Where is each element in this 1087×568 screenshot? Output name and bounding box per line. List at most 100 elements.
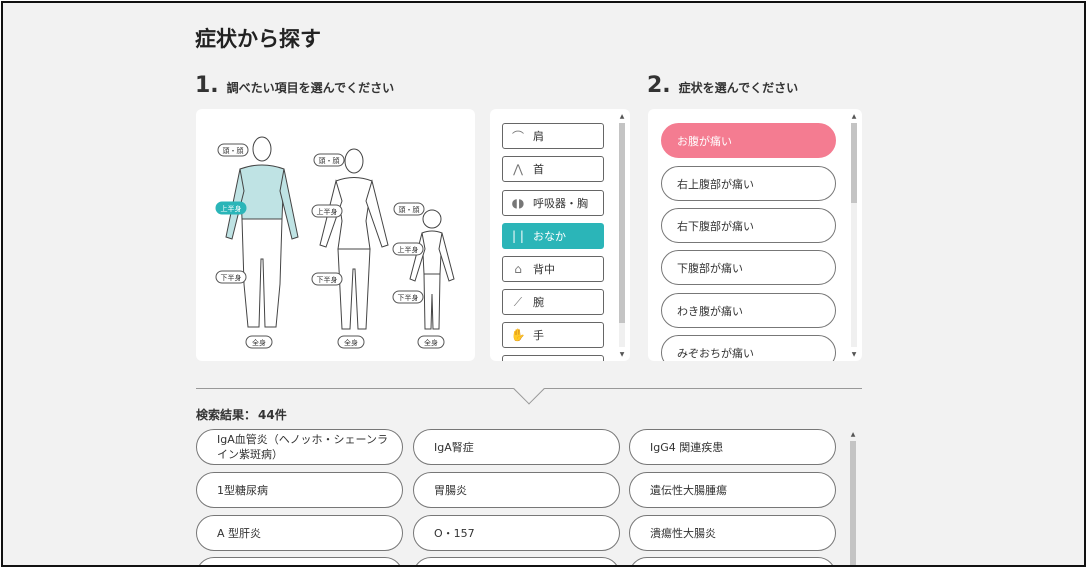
child-head-shape[interactable] bbox=[422, 209, 442, 229]
results-heading: 検索結果： 44件 bbox=[196, 406, 287, 423]
part-button-back[interactable]: ⌂ 背中 bbox=[502, 256, 604, 282]
male-head-label[interactable]: 頭・顔 bbox=[217, 143, 249, 157]
hand-icon: ✋ bbox=[510, 328, 526, 342]
svg-text:上半身: 上半身 bbox=[221, 204, 242, 213]
male-whole-label[interactable]: 全身 bbox=[245, 335, 273, 349]
scroll-up-arrow-icon[interactable]: ▲ bbox=[618, 113, 626, 121]
female-whole-label[interactable]: 全身 bbox=[337, 335, 365, 349]
result-item[interactable]: IgA腎症 bbox=[413, 429, 620, 465]
result-item[interactable]: 遺伝性大腸腫瘍 bbox=[629, 472, 836, 508]
svg-text:下半身: 下半身 bbox=[317, 275, 338, 284]
male-head-shape[interactable] bbox=[252, 136, 272, 162]
part-button-shoulder[interactable]: ⌒ 肩 bbox=[502, 123, 604, 149]
female-lower-label[interactable]: 下半身 bbox=[311, 272, 343, 286]
scroll-up-arrow-icon[interactable]: ▲ bbox=[849, 431, 857, 439]
svg-text:頭・顔: 頭・顔 bbox=[223, 146, 244, 155]
step2-number: 2. bbox=[647, 73, 671, 98]
results-label: 検索結果： bbox=[196, 408, 257, 422]
scroll-up-arrow-icon[interactable]: ▲ bbox=[850, 113, 858, 121]
svg-text:頭・顔: 頭・顔 bbox=[399, 205, 420, 214]
scroll-thumb[interactable] bbox=[850, 441, 856, 565]
result-item[interactable]: 潰瘍性大腸炎 bbox=[629, 515, 836, 551]
child-upper-label[interactable]: 上半身 bbox=[392, 242, 424, 256]
result-item[interactable]: 1型糖尿病 bbox=[196, 472, 403, 508]
svg-text:頭・顔: 頭・顔 bbox=[319, 156, 340, 165]
abdomen-icon: | | bbox=[512, 229, 524, 243]
part-label: おなか bbox=[533, 230, 566, 243]
step1-number: 1. bbox=[195, 73, 219, 98]
part-label: 肩 bbox=[533, 130, 544, 143]
body-figure-panel: 頭・顔 上半身 下半身 全身 頭・顔 上半身 下半身 全身 頭・顔 上半身 下半… bbox=[196, 109, 475, 361]
result-item[interactable]: 胃腸炎 bbox=[413, 472, 620, 508]
symptom-button[interactable]: 右上腹部が痛い bbox=[661, 166, 836, 201]
svg-text:下半身: 下半身 bbox=[398, 293, 419, 302]
divider-notch bbox=[513, 373, 545, 405]
female-head-label[interactable]: 頭・顔 bbox=[313, 153, 345, 167]
svg-text:下半身: 下半身 bbox=[221, 273, 242, 282]
parts-scrollbar[interactable]: ▲ ▼ bbox=[618, 109, 626, 361]
step2-heading: 2. 症状を選んでください bbox=[647, 73, 798, 98]
female-right-arm-shape[interactable] bbox=[365, 179, 389, 248]
child-left-arm-shape[interactable] bbox=[409, 232, 426, 282]
result-item-partial[interactable] bbox=[413, 557, 620, 565]
scroll-thumb[interactable] bbox=[619, 123, 625, 323]
result-item[interactable]: IgG4 関連疾患 bbox=[629, 429, 836, 465]
part-button-chest[interactable]: ◖◗ 呼吸器・胸 bbox=[502, 190, 604, 216]
scroll-down-arrow-icon[interactable]: ▼ bbox=[618, 351, 626, 359]
part-label: 腕 bbox=[533, 296, 544, 309]
result-item[interactable]: O・157 bbox=[413, 515, 620, 551]
symptom-button[interactable]: 右下腹部が痛い bbox=[661, 208, 836, 243]
scroll-down-arrow-icon[interactable]: ▼ bbox=[850, 351, 858, 359]
part-button-neck[interactable]: ⋀ 首 bbox=[502, 156, 604, 182]
app-frame: 症状から探す 1. 調べたい項目を選んでください 2. 症状を選んでください 頭… bbox=[1, 1, 1086, 567]
symptom-button[interactable]: お腹が痛い bbox=[661, 123, 836, 158]
adult-female-figure bbox=[319, 148, 389, 330]
child-lower-body-shape[interactable] bbox=[423, 273, 441, 330]
child-figure bbox=[409, 209, 455, 330]
step1-heading: 1. 調べたい項目を選んでください bbox=[195, 73, 394, 98]
male-lower-body-shape[interactable] bbox=[241, 218, 283, 328]
svg-text:上半身: 上半身 bbox=[398, 245, 419, 254]
step1-label: 調べたい項目を選んでください bbox=[226, 81, 395, 95]
lungs-icon: ◖◗ bbox=[511, 196, 525, 210]
arm-icon: ⟋ bbox=[513, 294, 523, 309]
male-lower-label[interactable]: 下半身 bbox=[215, 270, 247, 284]
result-item-partial[interactable] bbox=[629, 557, 836, 565]
symptoms-scrollbar[interactable]: ▲ ▼ bbox=[850, 109, 858, 361]
child-right-arm-shape[interactable] bbox=[438, 232, 455, 282]
female-head-shape[interactable] bbox=[344, 148, 364, 174]
symptom-button[interactable]: わき腹が痛い bbox=[661, 293, 836, 328]
child-whole-label[interactable]: 全身 bbox=[417, 335, 445, 349]
male-upper-label[interactable]: 上半身 bbox=[215, 201, 247, 215]
symptom-button[interactable]: みぞおちが痛い bbox=[661, 335, 836, 361]
body-parts-panel: ⌒ 肩 ⋀ 首 ◖◗ 呼吸器・胸 | | おなか ⌂ 背中 ⟋ 腕 ✋ 手 ▲ bbox=[490, 109, 630, 361]
svg-text:全身: 全身 bbox=[424, 338, 438, 347]
result-item[interactable]: IgA血管炎（ヘノッホ・シェーンライン紫斑病） bbox=[196, 429, 403, 465]
symptoms-panel: お腹が痛い 右上腹部が痛い 右下腹部が痛い 下腹部が痛い わき腹が痛い みぞおち… bbox=[648, 109, 862, 361]
part-button-hand[interactable]: ✋ 手 bbox=[502, 322, 604, 348]
part-button-arm[interactable]: ⟋ 腕 bbox=[502, 289, 604, 315]
male-upper-body-shape[interactable] bbox=[239, 164, 285, 220]
scroll-thumb[interactable] bbox=[851, 123, 857, 203]
child-head-label[interactable]: 頭・顔 bbox=[393, 202, 425, 216]
neck-icon: ⋀ bbox=[513, 162, 523, 176]
step2-label: 症状を選んでください bbox=[678, 81, 799, 95]
back-icon: ⌂ bbox=[514, 262, 522, 276]
child-upper-body-shape[interactable] bbox=[421, 230, 443, 275]
svg-text:全身: 全身 bbox=[252, 338, 266, 347]
female-upper-label[interactable]: 上半身 bbox=[311, 204, 343, 218]
results-scrollbar[interactable]: ▲ bbox=[849, 431, 857, 565]
svg-text:上半身: 上半身 bbox=[317, 207, 338, 216]
part-button-abdomen[interactable]: | | おなか bbox=[502, 223, 604, 249]
part-label: 手 bbox=[533, 329, 544, 342]
result-item-partial[interactable] bbox=[196, 557, 403, 565]
child-lower-label[interactable]: 下半身 bbox=[392, 290, 424, 304]
body-figures: 頭・顔 上半身 下半身 全身 頭・顔 上半身 下半身 全身 頭・顔 上半身 下半… bbox=[215, 136, 455, 349]
female-lower-body-shape[interactable] bbox=[337, 248, 371, 330]
svg-text:全身: 全身 bbox=[344, 338, 358, 347]
result-item[interactable]: A 型肝炎 bbox=[196, 515, 403, 551]
part-button-partial[interactable] bbox=[502, 355, 604, 361]
symptom-button[interactable]: 下腹部が痛い bbox=[661, 250, 836, 285]
part-label: 呼吸器・胸 bbox=[533, 197, 588, 210]
adult-male-figure bbox=[225, 136, 299, 328]
